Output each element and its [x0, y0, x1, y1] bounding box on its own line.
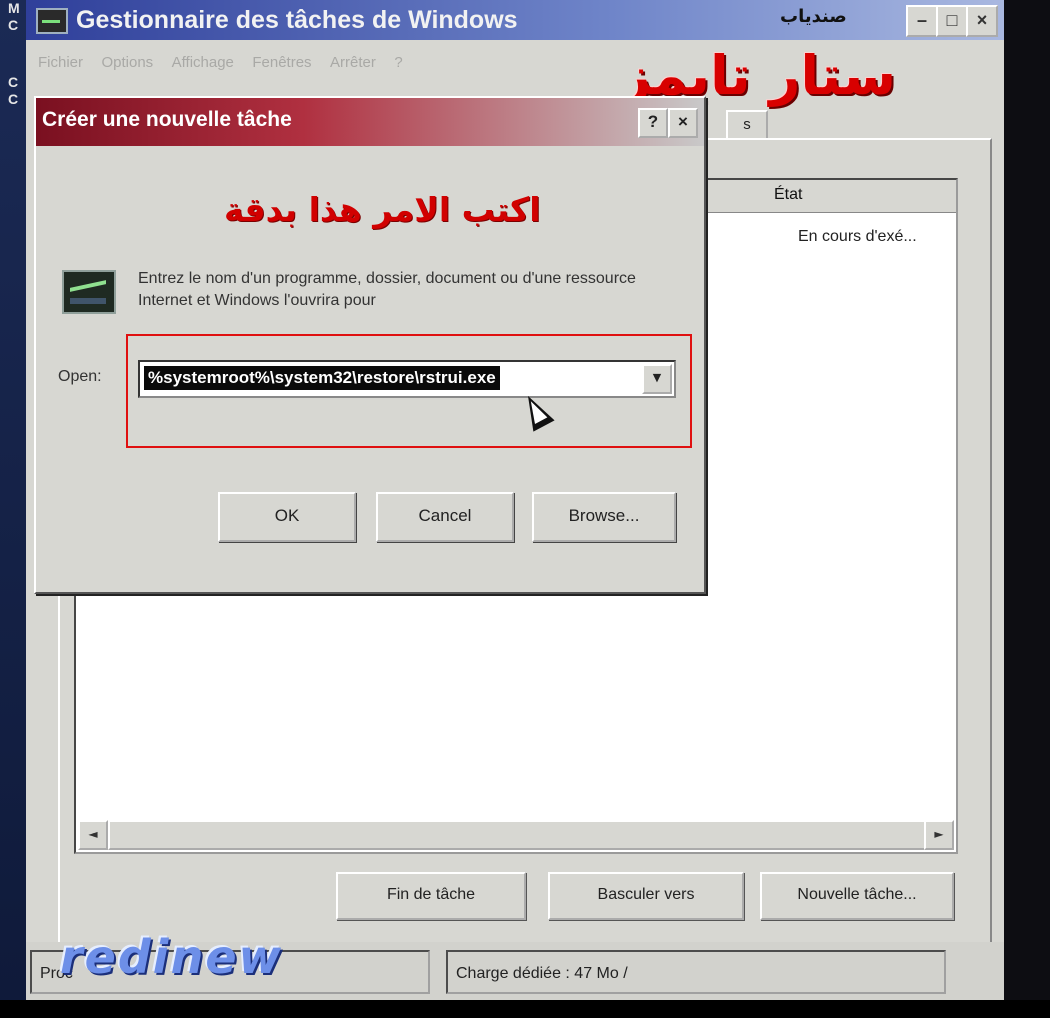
dropdown-arrow-icon[interactable]: ▼	[642, 364, 672, 394]
run-dialog: Créer une nouvelle tâche ? × اكتب الامر …	[34, 96, 706, 594]
horizontal-scrollbar[interactable]: ◄ ►	[78, 820, 954, 850]
scroll-right-icon[interactable]: ►	[924, 820, 954, 850]
edge-letter: C	[8, 17, 19, 33]
minimize-button[interactable]: –	[906, 5, 938, 37]
run-program-icon	[62, 270, 116, 314]
task-manager-titlebar[interactable]: Gestionnaire des tâches de Windows صندیا…	[26, 0, 1004, 40]
menu-help[interactable]: ?	[394, 54, 402, 71]
desktop: M C C C Gestionnaire des tâches de Windo…	[0, 0, 1050, 1018]
end-task-button[interactable]: Fin de tâche	[336, 872, 526, 920]
status-commit-charge: Charge dédiée : 47 Mo /	[446, 950, 946, 994]
command-text[interactable]: %systemroot%\system32\restore\rstrui.exe	[144, 366, 500, 390]
column-header-etat[interactable]: État	[676, 180, 956, 213]
dialog-close-button[interactable]: ×	[668, 108, 698, 138]
new-task-button[interactable]: Nouvelle tâche...	[760, 872, 954, 920]
ok-button[interactable]: OK	[218, 492, 356, 542]
scroll-left-icon[interactable]: ◄	[78, 820, 108, 850]
edge-letter: C	[8, 91, 19, 107]
help-button[interactable]: ?	[638, 108, 668, 138]
watermark-logo: redinew	[60, 930, 284, 984]
menu-fichier[interactable]: Fichier	[38, 54, 83, 71]
menu-arreter[interactable]: Arrêter	[330, 54, 376, 71]
menu-fenetres[interactable]: Fenêtres	[252, 54, 311, 71]
desktop-background	[1002, 0, 1050, 1000]
menu-options[interactable]: Options	[101, 54, 153, 71]
dialog-title: Créer une nouvelle tâche	[42, 108, 292, 131]
menu-bar: Fichier Options Affichage Fenêtres Arrêt…	[38, 54, 417, 78]
maximize-button[interactable]: □	[936, 5, 968, 37]
cancel-button[interactable]: Cancel	[376, 492, 514, 542]
window-title: Gestionnaire des tâches de Windows	[76, 6, 518, 34]
user-label: صندیاب	[780, 6, 847, 27]
instruction-overlay: اكتب الامر هذا بدقة	[224, 190, 541, 229]
switch-to-button[interactable]: Basculer vers	[548, 872, 744, 920]
scroll-thumb[interactable]	[108, 820, 932, 850]
screen-bottom-edge	[0, 1000, 1050, 1018]
dialog-description: Entrez le nom d'un programme, dossier, d…	[138, 270, 636, 309]
background-window-edge: M C C C	[0, 0, 26, 1000]
edge-letter: M	[8, 0, 20, 16]
column-header-label: État	[774, 186, 803, 203]
close-button[interactable]: ×	[966, 5, 998, 37]
menu-affichage[interactable]: Affichage	[172, 54, 234, 71]
task-manager-icon	[36, 8, 68, 34]
open-command-input[interactable]: %systemroot%\system32\restore\rstrui.exe…	[138, 360, 676, 398]
open-label: Open:	[58, 368, 102, 385]
edge-letter: C	[8, 74, 19, 90]
task-status-cell[interactable]: En cours d'exé...	[798, 228, 917, 246]
dialog-titlebar[interactable]: Créer une nouvelle tâche ? ×	[36, 98, 704, 146]
tab-partial[interactable]: s	[726, 110, 768, 140]
browse-button[interactable]: Browse...	[532, 492, 676, 542]
